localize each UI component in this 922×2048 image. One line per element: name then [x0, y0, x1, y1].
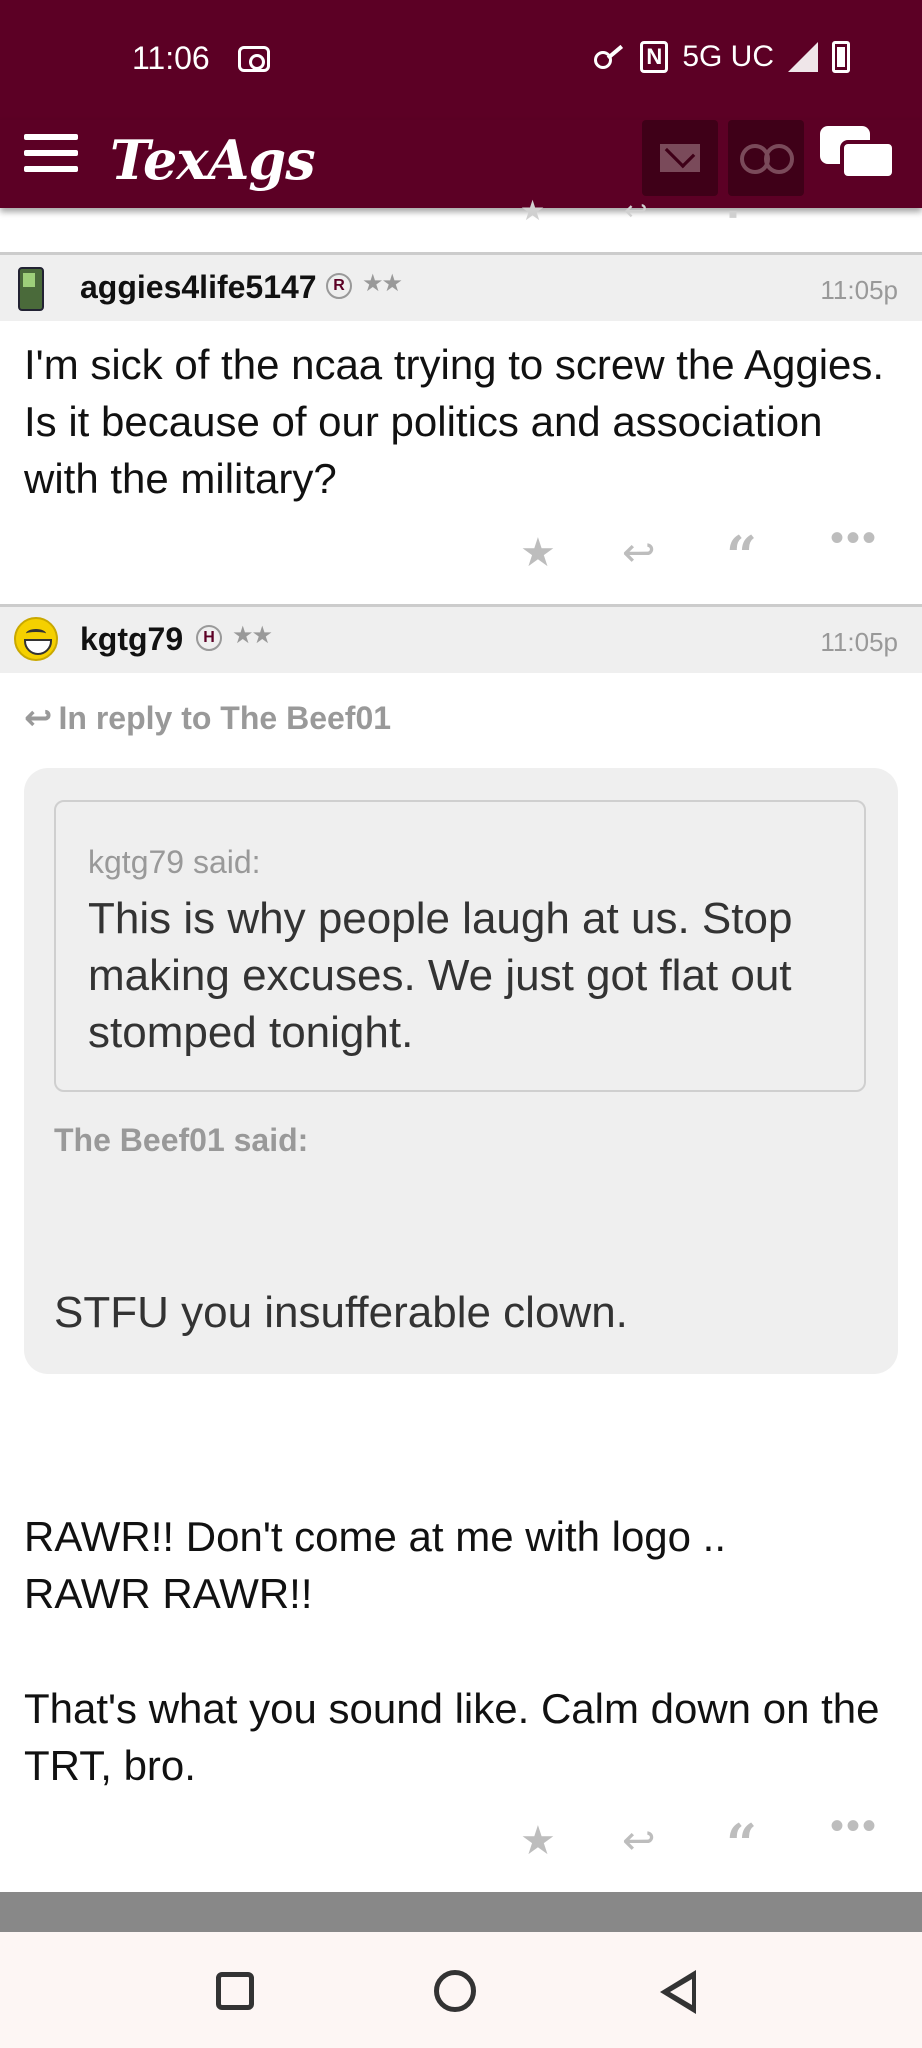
post-body: I'm sick of the ncaa trying to screw the… — [24, 341, 885, 502]
status-time: 11:06 — [132, 40, 210, 76]
back-icon[interactable] — [660, 1970, 696, 2014]
user-badge: H — [196, 625, 222, 651]
star-icon[interactable]: ★ — [520, 194, 545, 227]
pagination-bar — [0, 1892, 922, 1932]
quote-icon[interactable]: “ — [726, 1812, 757, 1876]
home-icon[interactable] — [434, 1970, 476, 2012]
system-nav-bar — [0, 1932, 922, 2048]
status-bar: 11:06 N 5G UC — [0, 0, 922, 120]
rating-stars: ★★ — [232, 622, 273, 649]
quote-icon[interactable]: ▪ — [728, 198, 738, 230]
recents-icon[interactable] — [216, 1972, 254, 2010]
watch-button[interactable] — [728, 120, 804, 196]
vpn-key-icon — [594, 47, 626, 69]
binoculars-icon — [740, 144, 794, 174]
quote-block: kgtg79 said: This is why people laugh at… — [24, 768, 898, 1374]
avatar[interactable] — [18, 267, 44, 311]
post-timestamp: 11:05p — [820, 275, 898, 305]
quote-text: STFU you insufferable clown. — [54, 1288, 628, 1337]
more-icon[interactable]: ••• — [830, 516, 878, 561]
quote-author: The Beef01 said: — [54, 1122, 309, 1158]
post-body-line: RAWR RAWR!! — [24, 1570, 313, 1617]
post-body-line: RAWR!! Don't come at me with logo .. — [24, 1513, 727, 1560]
nfc-icon: N — [640, 41, 669, 73]
status-icons: N 5G UC — [594, 40, 850, 74]
reply-icon[interactable]: ↩ — [624, 194, 647, 227]
post-actions: ★ ↩ “ ••• — [0, 1804, 922, 1876]
signal-icon — [788, 42, 818, 72]
post-header: kgtg79 H ★★ 11:05p — [0, 607, 922, 673]
username[interactable]: kgtg79 — [80, 621, 183, 658]
battery-icon — [832, 41, 850, 73]
nested-quote-block: kgtg79 said: This is why people laugh at… — [54, 800, 866, 1092]
messages-button[interactable] — [642, 120, 718, 196]
quote-text: This is why people laugh at us. Stop mak… — [88, 894, 793, 1057]
reply-icon[interactable]: ↩ — [622, 530, 656, 576]
in-reply-label: In reply to The Beef01 — [58, 700, 392, 736]
in-reply-link[interactable]: ↩ In reply to The Beef01 — [24, 698, 391, 738]
star-icon[interactable]: ★ — [520, 1818, 556, 1864]
post-timestamp: 11:05p — [820, 627, 898, 657]
previous-post-actions: ★ ↩ ▪ — [0, 195, 922, 255]
reply-icon[interactable]: ↩ — [622, 1818, 656, 1864]
post-actions: ★ ↩ “ ••• — [0, 516, 922, 588]
mail-icon — [660, 144, 700, 172]
star-icon[interactable]: ★ — [520, 530, 556, 576]
reply-arrow-icon: ↩ — [24, 699, 53, 737]
quote-icon[interactable]: “ — [726, 524, 757, 588]
avatar[interactable] — [14, 617, 58, 661]
post-header: aggies4life5147 R ★★ 11:05p — [0, 255, 922, 321]
username[interactable]: aggies4life5147 — [80, 269, 317, 306]
network-label: 5G UC — [682, 40, 774, 73]
more-icon[interactable]: ••• — [830, 1804, 878, 1849]
user-badge: R — [326, 273, 352, 299]
texags-logo[interactable]: TexAgs — [110, 128, 316, 192]
post-body-line: That's what you sound like. Calm down on… — [24, 1685, 880, 1789]
screen-record-icon — [238, 46, 270, 72]
forums-chat-icon[interactable] — [820, 126, 896, 192]
menu-icon[interactable] — [24, 132, 78, 176]
quote-author: kgtg79 said: — [88, 844, 261, 880]
app-header: TexAgs — [0, 120, 922, 208]
rating-stars: ★★ — [362, 270, 403, 297]
